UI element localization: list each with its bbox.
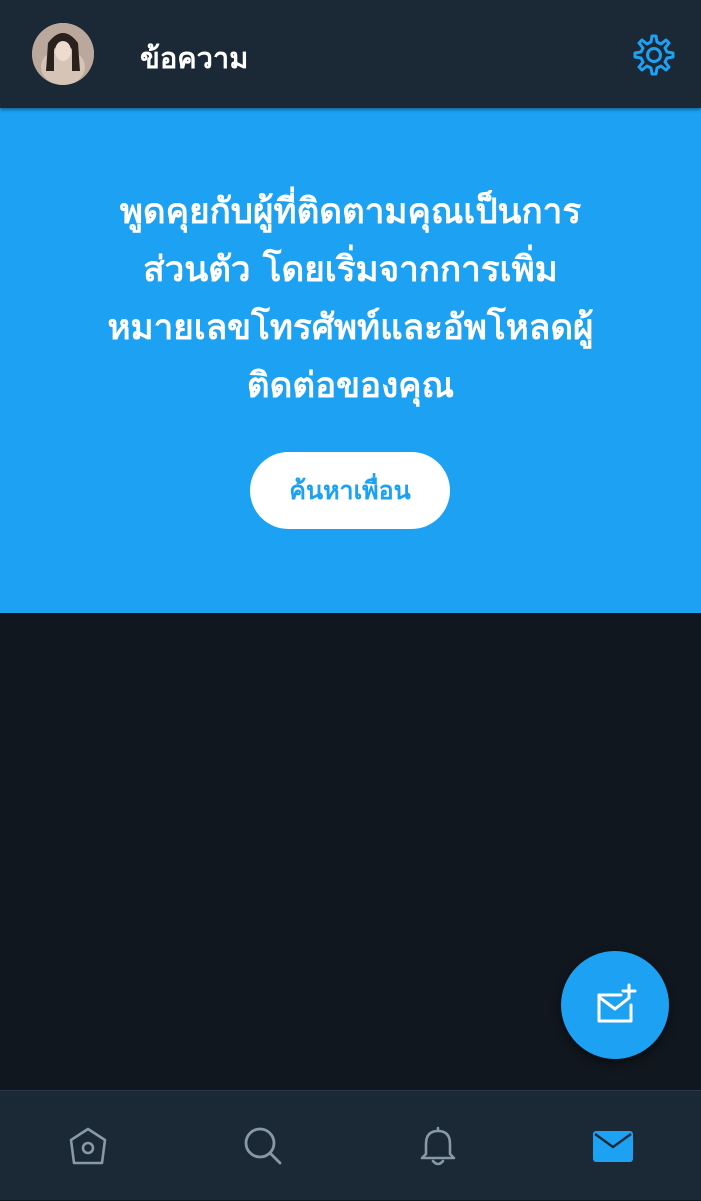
nav-search[interactable] [175, 1091, 350, 1201]
promo-line: พูดคุยกับผู้ที่ติดตามคุณเป็นการ [119, 192, 582, 232]
nav-messages[interactable] [525, 1091, 700, 1201]
gear-icon[interactable] [630, 31, 678, 79]
profile-avatar[interactable] [32, 23, 94, 85]
find-friends-button[interactable]: ค้นหาเพื่อน [250, 452, 450, 529]
mail-icon [592, 1131, 633, 1162]
page-title: ข้อความ [140, 41, 249, 75]
top-app-bar: ข้อความ [0, 0, 701, 108]
contacts-promo-banner: พูดคุยกับผู้ที่ติดตามคุณเป็นการ ส่วนตัว … [0, 108, 701, 613]
home-icon [69, 1127, 106, 1165]
search-icon [244, 1127, 281, 1165]
bell-icon [420, 1126, 455, 1166]
promo-message: พูดคุยกับผู้ที่ติดตามคุณเป็นการ ส่วนตัว … [60, 183, 641, 415]
nav-home[interactable] [0, 1091, 175, 1201]
new-message-icon [597, 983, 637, 1023]
promo-line: ส่วนตัว โดยเริ่มจากการเพิ่ม [143, 250, 558, 290]
compose-message-button[interactable] [561, 951, 669, 1059]
nav-notifications[interactable] [350, 1091, 525, 1201]
promo-line: ติดต่อของคุณ [246, 366, 455, 406]
promo-line: หมายเลขโทรศัพท์และอัพโหลดผู้ [107, 308, 594, 348]
bottom-navigation [0, 1090, 701, 1200]
